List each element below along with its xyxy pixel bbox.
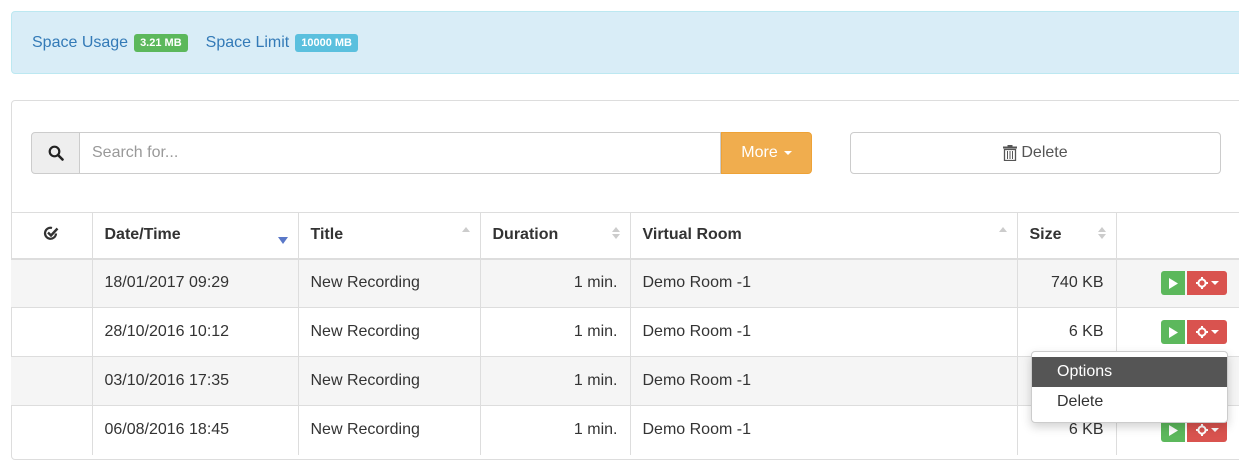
play-button[interactable] [1161,271,1185,296]
more-button[interactable]: More [721,132,812,174]
check-circle-icon[interactable] [43,225,59,241]
gear-icon [1195,326,1208,338]
space-usage-bar: Space Usage 3.21 MB Space Limit 10000 MB [11,11,1239,74]
row-duration: 1 min. [479,356,630,406]
column-header-size-label: Size [1029,226,1062,244]
gear-icon [1195,424,1208,437]
row-actions [1115,307,1239,357]
column-header-virtual-room[interactable]: Virtual Room [629,212,1017,260]
table-row[interactable]: 28/10/2016 10:12 New Recording 1 min. De… [11,307,1239,357]
table-header-row: Date/Time Title Duration Virtual Room Si… [11,212,1239,260]
row-date: 18/01/2017 09:29 [91,258,298,308]
row-select-cell[interactable] [11,405,92,455]
select-all-header[interactable] [11,212,92,260]
play-icon [1169,326,1178,338]
gear-dropdown-button[interactable] [1187,320,1227,344]
column-header-date-time[interactable]: Date/Time [91,212,298,260]
caret-down-icon [1210,428,1219,433]
row-date: 03/10/2016 17:35 [91,356,298,406]
column-header-title[interactable]: Title [297,212,480,260]
column-header-actions [1115,212,1239,260]
row-size: 740 KB [1016,258,1116,308]
column-header-title-label: Title [310,226,344,244]
space-limit-badge: 10000 MB [295,33,358,52]
space-limit-label: Space Limit [205,33,290,51]
row-select-cell[interactable] [11,307,92,357]
row-title: New Recording [297,356,480,406]
caret-down-icon [1210,330,1219,334]
column-header-size[interactable]: Size [1016,212,1116,260]
row-title: New Recording [297,258,480,308]
column-header-date-time-label: Date/Time [104,226,181,244]
play-icon [1169,424,1178,436]
delete-button-label: Delete [1021,144,1068,161]
column-header-duration-label: Duration [492,226,559,244]
gear-icon [1195,277,1208,290]
trash-icon [1003,145,1018,161]
space-usage-label: Space Usage [32,33,129,51]
sort-desc-icon [277,237,288,244]
column-header-duration[interactable]: Duration [479,212,630,260]
delete-button[interactable]: Delete [850,132,1221,174]
row-title: New Recording [297,405,480,455]
row-room: Demo Room -1 [629,258,1017,308]
row-room: Demo Room -1 [629,307,1017,357]
sort-asc-icon [461,227,470,232]
row-title: New Recording [297,307,480,357]
row-duration: 1 min. [479,307,630,357]
play-button[interactable] [1161,320,1185,344]
sort-asc-icon [998,227,1007,232]
play-icon [1169,277,1178,289]
row-actions [1115,258,1239,308]
more-button-label: More [741,144,778,161]
sort-both-icon [1097,227,1106,239]
caret-down-icon [783,151,792,155]
caret-down-icon [1210,281,1219,286]
dropdown-item-options[interactable]: Options [1032,357,1227,387]
row-date: 28/10/2016 10:12 [91,307,298,357]
column-header-virtual-room-label: Virtual Room [642,226,742,244]
search-group: More [31,132,812,174]
row-room: Demo Room -1 [629,356,1017,406]
search-icon[interactable] [31,132,80,174]
row-options-dropdown: Options Delete [1031,351,1228,423]
row-select-cell[interactable] [11,258,92,308]
table-row[interactable]: 18/01/2017 09:29 New Recording 1 min. De… [11,258,1239,308]
row-room: Demo Room -1 [629,405,1017,455]
row-date: 06/08/2016 18:45 [91,405,298,455]
gear-dropdown-button[interactable] [1187,271,1227,296]
row-duration: 1 min. [479,405,630,455]
sort-both-icon [611,227,620,239]
row-size: 6 KB [1016,307,1116,357]
dropdown-item-delete[interactable]: Delete [1032,387,1227,417]
row-duration: 1 min. [479,258,630,308]
search-input[interactable] [80,132,721,174]
space-usage-badge: 3.21 MB [134,33,188,52]
row-select-cell[interactable] [11,356,92,406]
